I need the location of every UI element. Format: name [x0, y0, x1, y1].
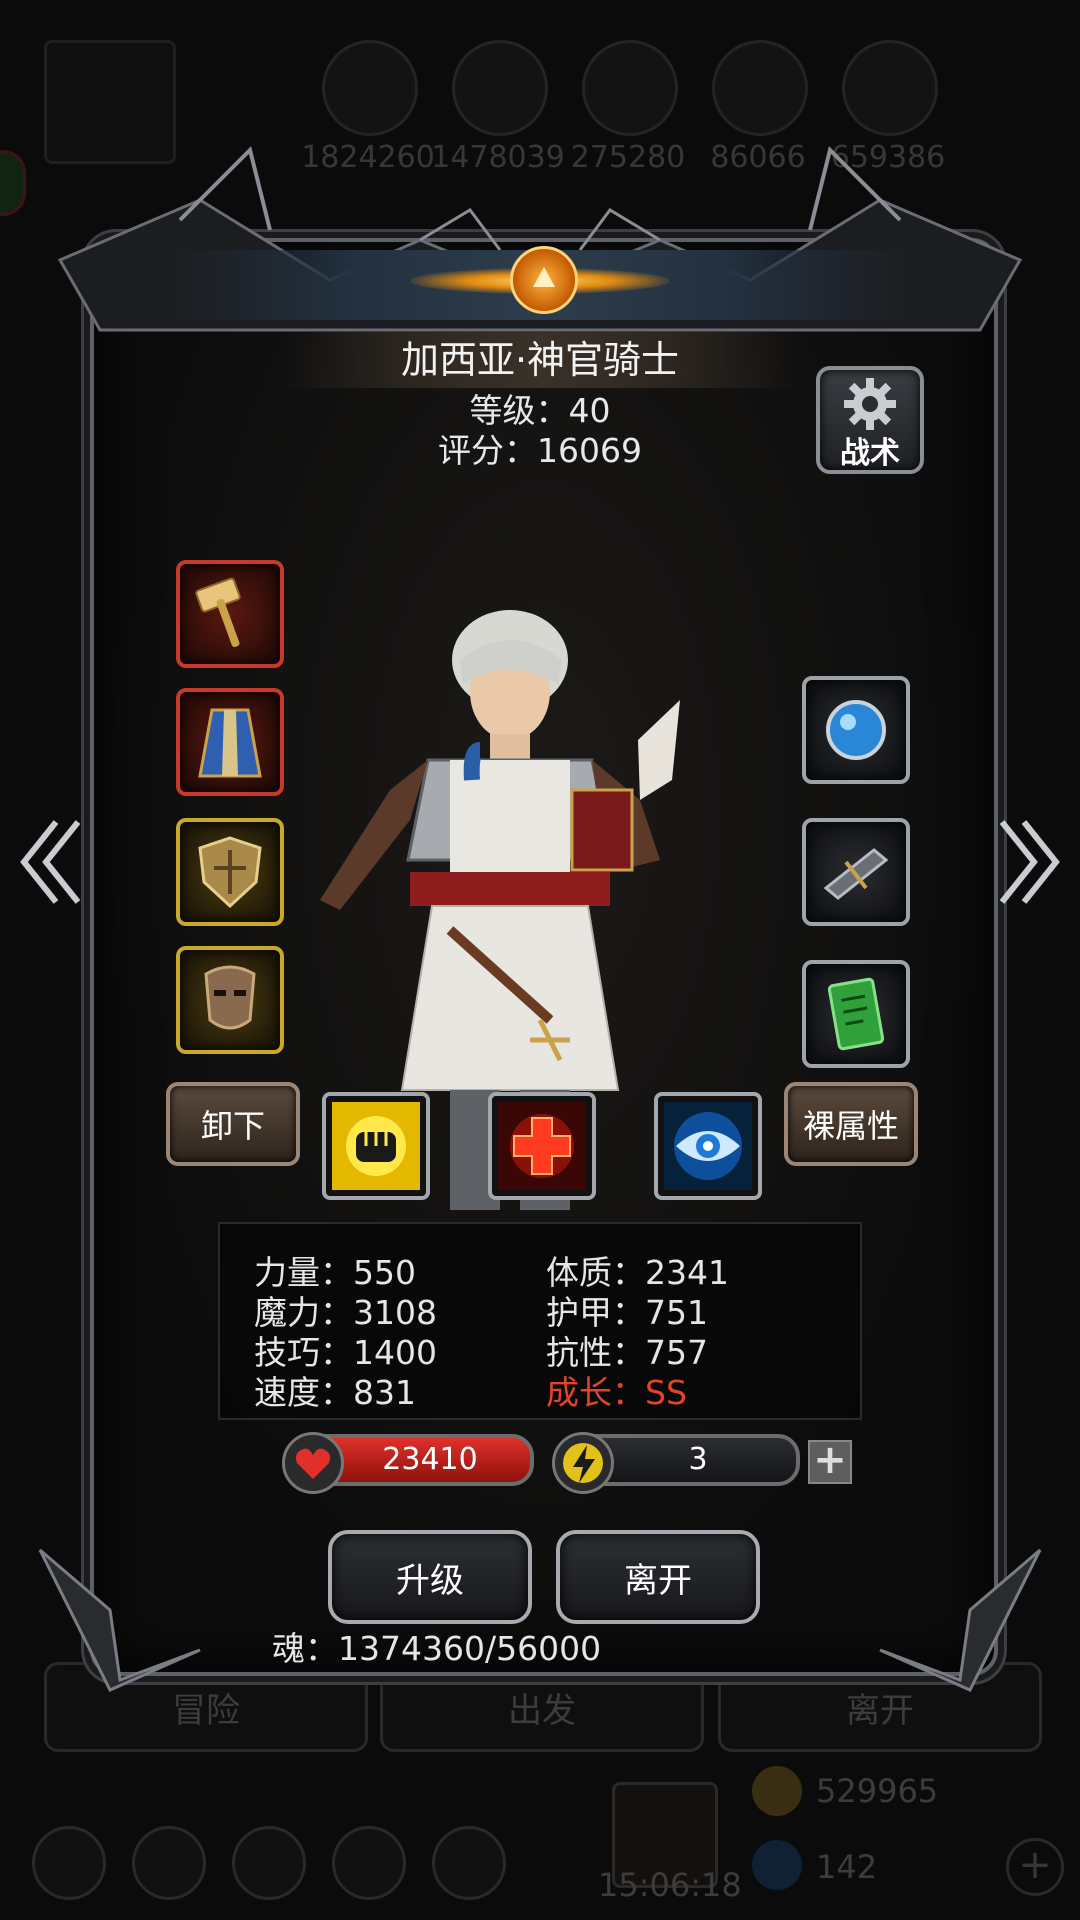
- energy-value: 3: [688, 1442, 708, 1477]
- shield-slot[interactable]: [176, 818, 284, 926]
- tactics-label: 战术: [840, 436, 900, 471]
- character-name: 加西亚·神官骑士: [280, 332, 800, 388]
- armor-slot[interactable]: [176, 688, 284, 796]
- coin-icon: [752, 1766, 802, 1816]
- accessory-slot-3[interactable]: [802, 960, 910, 1068]
- eye-icon: [664, 1102, 752, 1190]
- bg-plus-icon: +: [1006, 1838, 1064, 1896]
- skill-slot-2[interactable]: [488, 1092, 596, 1200]
- accessory-slot-2[interactable]: [802, 818, 910, 926]
- tactics-button[interactable]: 战术: [816, 366, 924, 474]
- add-energy-button[interactable]: +: [808, 1440, 852, 1484]
- upgrade-button[interactable]: 升级: [328, 1530, 532, 1624]
- skill-slot-3[interactable]: [654, 1092, 762, 1200]
- bg-gold-value: 529965: [816, 1772, 939, 1810]
- bg-clock: 15:06:18: [598, 1866, 742, 1904]
- fist-icon: [332, 1102, 420, 1190]
- leave-button[interactable]: 离开: [556, 1530, 760, 1624]
- stat-speed: 速度：831: [254, 1373, 416, 1412]
- previous-character-arrow-icon[interactable]: [16, 812, 86, 912]
- hp-value: 23410: [382, 1442, 478, 1477]
- stat-growth: 成长：SS: [546, 1373, 687, 1412]
- crossbow-icon: [823, 848, 889, 900]
- shield-icon: [198, 836, 262, 909]
- bg-menu-icon: [432, 1826, 506, 1900]
- gem-icon: [752, 1840, 802, 1890]
- next-character-arrow-icon[interactable]: [994, 812, 1064, 912]
- frame-ornament-bottom: [38, 1548, 1042, 1692]
- bg-menu-icon: [232, 1826, 306, 1900]
- blue-orb-icon: [826, 700, 886, 760]
- bg-menu-icon: [32, 1826, 106, 1900]
- unequip-button[interactable]: 卸下: [166, 1082, 300, 1166]
- stats-panel: 力量：550 魔力：3108 技巧：1400 速度：831 体质：2341 护甲…: [218, 1222, 862, 1420]
- skill-slot-1[interactable]: [322, 1092, 430, 1200]
- gear-icon: [844, 378, 896, 430]
- accessory-slot-1[interactable]: [802, 676, 910, 784]
- hammer-icon: [195, 577, 241, 648]
- base-stats-button[interactable]: 裸属性: [784, 1082, 918, 1166]
- class-emblem-icon: [510, 246, 578, 314]
- mask-icon: [204, 965, 256, 1030]
- energy-bar: 3: [552, 1432, 800, 1494]
- bg-menu-icon: [132, 1826, 206, 1900]
- bg-menu-icon: [332, 1826, 406, 1900]
- robe-icon: [198, 708, 262, 778]
- red-cross-icon: [498, 1102, 586, 1190]
- green-card-icon: [827, 977, 885, 1051]
- bg-gem-value: 142: [816, 1848, 878, 1886]
- soul-counter: 魂：1374360/56000: [272, 1629, 602, 1668]
- hp-bar: 23410: [282, 1432, 534, 1494]
- weapon-slot[interactable]: [176, 560, 284, 668]
- helmet-slot[interactable]: [176, 946, 284, 1054]
- character-score: 评分：16069: [438, 431, 642, 470]
